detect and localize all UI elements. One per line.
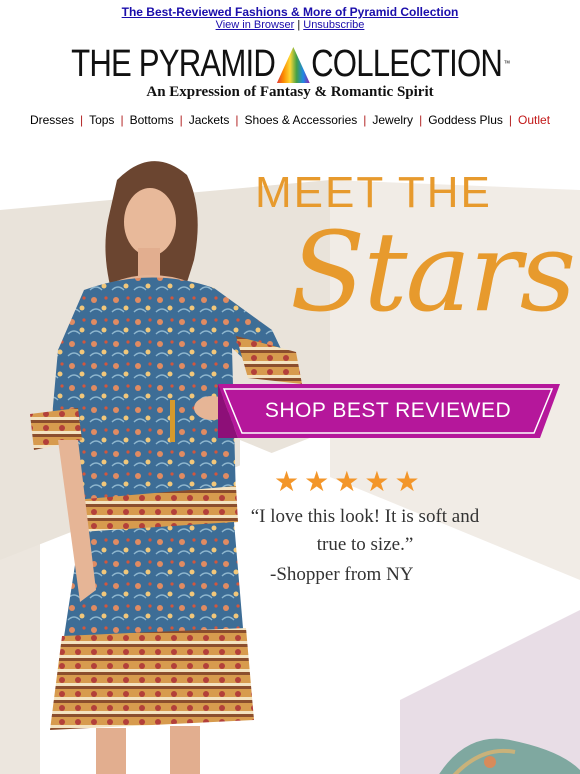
preheader-separator: |: [297, 19, 301, 31]
star-icon: ★: [334, 466, 360, 497]
nav-item-bottoms[interactable]: Bottoms: [130, 113, 174, 127]
star-icon: ★: [364, 466, 390, 497]
hero-headline-main: Stars!: [290, 208, 580, 336]
customer-quote: “I love this look! It is soft and true t…: [250, 506, 480, 555]
hero-banner[interactable]: MEET THE Stars! SHOP BEST REVIEWED ★ ★ ★…: [0, 140, 580, 774]
nav-item-shoes-accessories[interactable]: Shoes & Accessories: [245, 113, 358, 127]
brand-wordmark: THE PYRAMID COLLECTION ™: [70, 43, 510, 85]
brand-tagline: An Expression of Fantasy & Romantic Spir…: [146, 84, 434, 100]
nav-separator: |: [419, 113, 423, 127]
shop-best-reviewed-button[interactable]: SHOP BEST REVIEWED: [218, 384, 560, 438]
nav-separator: |: [508, 113, 513, 127]
nav-item-dresses[interactable]: Dresses: [30, 113, 74, 127]
nav-item-jewelry[interactable]: Jewelry: [372, 113, 413, 127]
star-icon: ★: [394, 466, 420, 497]
nav-item-jackets[interactable]: Jackets: [189, 113, 230, 127]
nav-separator: |: [179, 113, 183, 127]
brand-logo[interactable]: THE PYRAMID COLLECTION ™: [0, 44, 580, 84]
nav-separator: |: [79, 113, 84, 127]
cta-label: SHOP BEST REVIEWED: [264, 399, 512, 422]
nav-separator: |: [120, 113, 124, 127]
star-icon: ★: [304, 466, 330, 497]
preheader-links: View in Browser | Unsubscribe: [0, 19, 580, 32]
quote-attribution: -Shopper from NY: [270, 564, 414, 585]
trademark-mark: ™: [503, 59, 510, 68]
nav-item-tops[interactable]: Tops: [89, 113, 114, 127]
category-nav: Dresses | Tops | Bottoms | Jackets | Shoes & Acc…: [0, 113, 580, 127]
star-icon: ★: [274, 466, 300, 497]
brand-word-right: COLLECTION: [310, 43, 503, 85]
nav-item-goddess-plus[interactable]: Goddess Plus: [428, 113, 503, 127]
view-in-browser-link[interactable]: View in Browser: [216, 19, 295, 31]
preheader: The Best-Reviewed Fashions & More of Pyr…: [0, 0, 580, 32]
preheader-headline-link[interactable]: The Best-Reviewed Fashions & More of Pyr…: [0, 5, 580, 19]
nav-separator: |: [363, 113, 367, 127]
nav-item-outlet[interactable]: Outlet: [518, 113, 550, 127]
star-rating: ★ ★ ★ ★ ★: [274, 468, 434, 496]
model-photo: [30, 161, 302, 774]
nav-separator: |: [235, 113, 239, 127]
rainbow-pyramid-icon: [276, 47, 310, 83]
brand-word-left: THE PYRAMID: [70, 43, 276, 85]
product-shoe-image: [439, 738, 580, 774]
unsubscribe-link[interactable]: Unsubscribe: [303, 19, 364, 31]
